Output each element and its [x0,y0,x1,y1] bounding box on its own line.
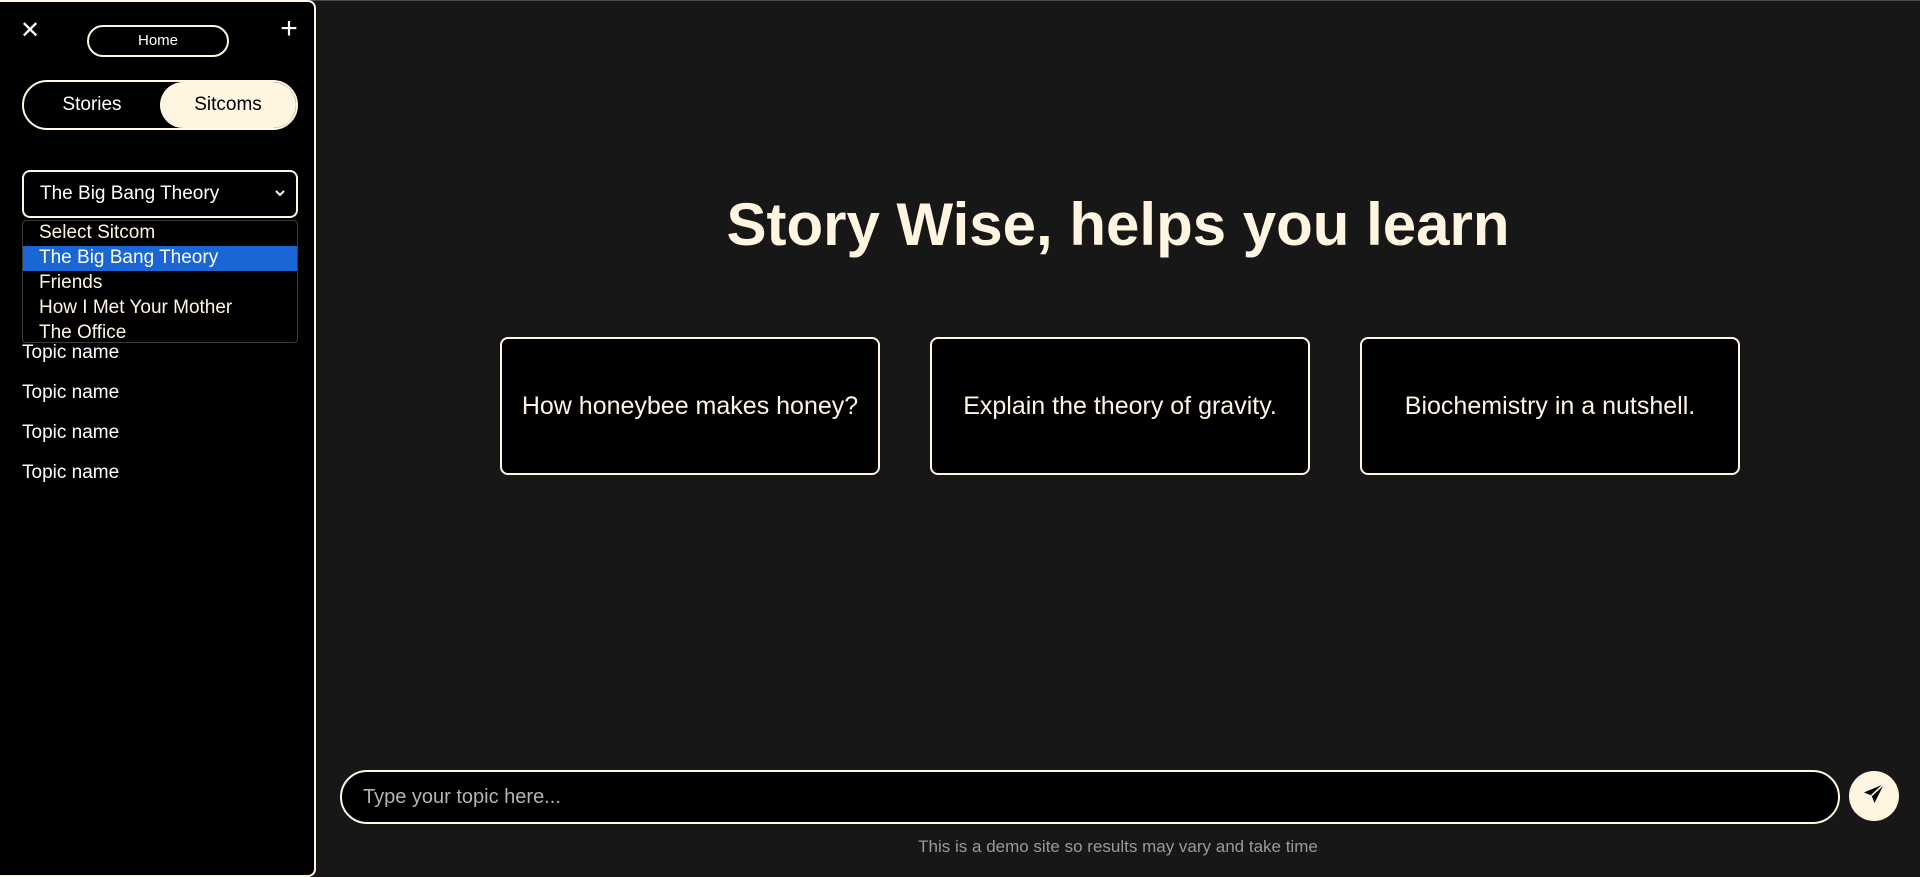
toggle-sitcoms[interactable]: Sitcoms [160,82,296,128]
mode-toggle: Stories Sitcoms [22,80,298,130]
topic-item[interactable]: Topic name [22,420,119,460]
sitcom-select[interactable]: The Big Bang Theory [22,170,298,218]
dropdown-option[interactable]: Friends [23,271,297,296]
dropdown-option[interactable]: Select Sitcom [23,221,297,246]
suggestion-card[interactable]: Explain the theory of gravity. [930,337,1310,475]
suggestion-card[interactable]: Biochemistry in a nutshell. [1360,337,1740,475]
close-icon[interactable]: ✕ [19,19,41,43]
send-icon [1862,782,1886,811]
sitcom-dropdown-list: Select Sitcom The Big Bang Theory Friend… [22,220,298,343]
page-title: Story Wise, helps you learn [726,191,1510,258]
disclaimer-text: This is a demo site so results may vary … [918,837,1318,856]
suggestion-card[interactable]: How honeybee makes honey? [500,337,880,475]
topic-input[interactable]: Type your topic here... [340,770,1840,824]
topic-item[interactable]: Topic name [22,460,119,500]
topic-item[interactable]: Topic name [22,380,119,420]
sidebar: ✕ Home + Stories Sitcoms The Big Bang Th… [0,0,316,877]
plus-icon[interactable]: + [276,14,302,44]
topic-list: Topic name Topic name Topic name Topic n… [22,340,119,500]
topic-item[interactable]: Topic name [22,340,119,380]
sitcom-select-value: The Big Bang Theory [40,183,220,204]
home-button[interactable]: Home [87,25,229,57]
toggle-stories[interactable]: Stories [24,82,160,128]
dropdown-option[interactable]: The Big Bang Theory [23,246,297,271]
dropdown-option[interactable]: How I Met Your Mother [23,296,297,321]
send-button[interactable] [1849,771,1899,821]
